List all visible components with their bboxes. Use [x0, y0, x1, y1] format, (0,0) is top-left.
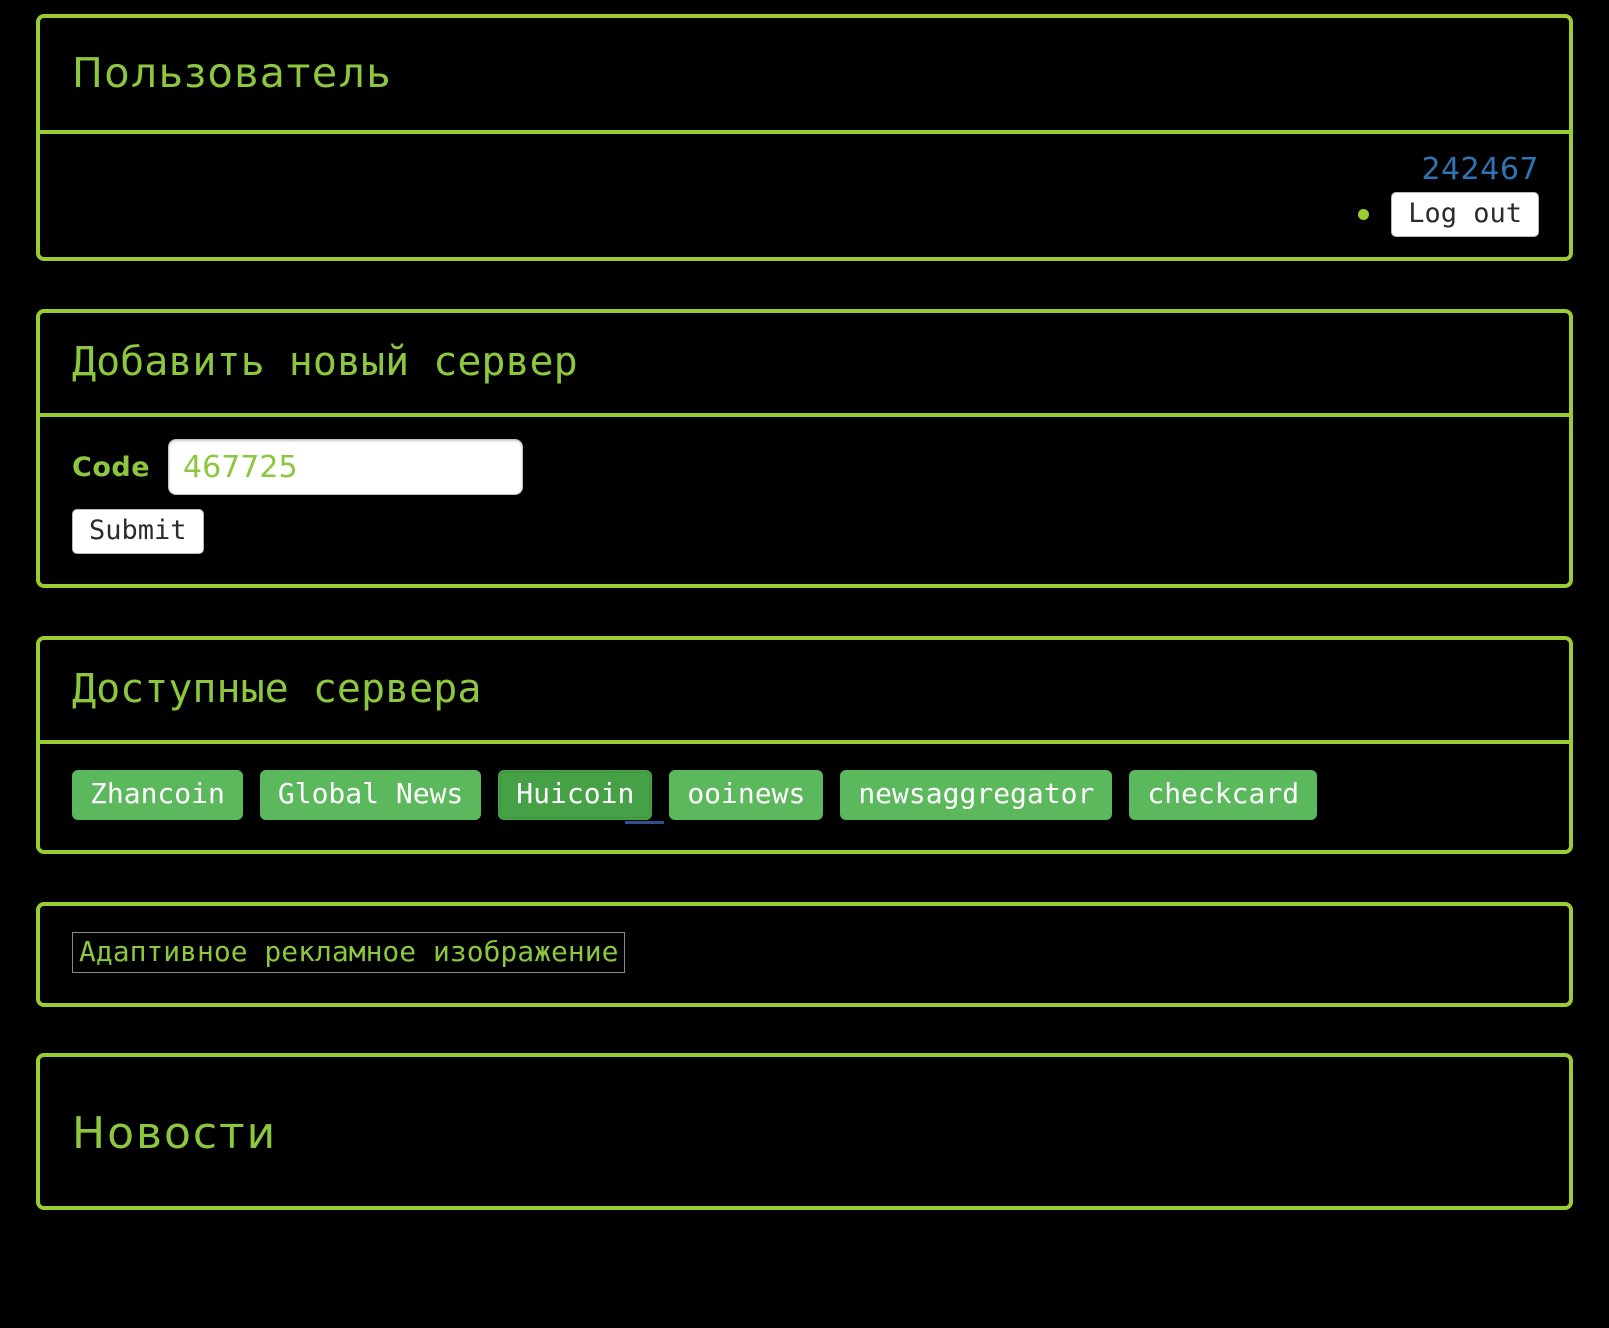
server-tag[interactable]: Global News [259, 770, 482, 821]
news-panel-header: Новости [40, 1057, 1569, 1206]
broken-image-icon[interactable]: Адаптивное рекламное изображение [72, 932, 626, 974]
code-input[interactable] [168, 439, 524, 496]
available-servers-body: Zhancoin Global News Huicoin ooinews newsagg… [40, 744, 1569, 850]
user-panel: Пользователь 242467 Log out [36, 14, 1573, 262]
server-tag[interactable]: checkcard [1129, 770, 1318, 821]
user-id-link[interactable]: 242467 [1421, 152, 1539, 188]
user-panel-header: Пользователь [40, 18, 1569, 134]
news-title: Новости [72, 1108, 278, 1160]
server-tag[interactable]: Huicoin [498, 770, 665, 825]
available-servers-title: Доступные сервера [72, 666, 482, 713]
news-panel: Новости [36, 1053, 1573, 1210]
add-server-panel: Добавить новый сервер Code Submit [36, 309, 1573, 589]
page-root: Пользователь 242467 Log out Добавить нов… [0, 0, 1609, 1210]
log-out-button[interactable]: Log out [1391, 192, 1539, 238]
server-tag[interactable]: newsaggregator [840, 770, 1113, 821]
add-server-form: Code Submit [72, 439, 1537, 555]
add-server-panel-body: Code Submit [40, 417, 1569, 584]
available-servers-header: Доступные сервера [40, 640, 1569, 745]
user-actions-list: Log out [1358, 192, 1539, 238]
list-item: Log out [1358, 192, 1539, 238]
user-panel-body: 242467 Log out [40, 134, 1569, 257]
code-field-row: Code [72, 439, 1537, 496]
add-server-title: Добавить новый сервер [72, 339, 578, 386]
code-label: Code [72, 451, 151, 483]
server-tag-list: Zhancoin Global News Huicoin ooinews newsagg… [72, 766, 1537, 825]
user-meta: 242467 Log out [70, 152, 1539, 238]
submit-button[interactable]: Submit [72, 509, 204, 555]
page-title: Пользователь [72, 49, 392, 98]
advert-panel-body: Адаптивное рекламное изображение [40, 906, 1569, 1003]
server-tag[interactable]: ooinews [669, 770, 824, 821]
advert-panel: Адаптивное рекламное изображение [36, 902, 1573, 1008]
server-tag[interactable]: Zhancoin [72, 770, 243, 821]
available-servers-panel: Доступные сервера Zhancoin Global News Hui… [36, 636, 1573, 855]
add-server-panel-header: Добавить новый сервер [40, 313, 1569, 418]
bullet-icon [1358, 209, 1370, 221]
